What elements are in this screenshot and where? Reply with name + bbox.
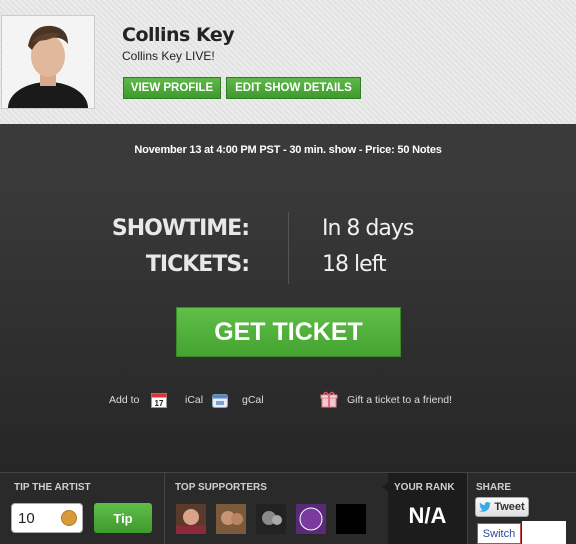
showtime-label: SHOWTIME: xyxy=(111,216,250,241)
tip-amount-value: 10 xyxy=(18,509,35,527)
artist-name: Collins Key xyxy=(122,24,235,46)
tip-button[interactable]: Tip xyxy=(94,503,152,533)
show-title: Collins Key LIVE! xyxy=(122,49,215,63)
section-divider xyxy=(164,473,165,544)
supporter-avatar-1[interactable] xyxy=(176,504,206,534)
show-info-text: November 13 at 4:00 PM PST - 30 min. sho… xyxy=(134,144,442,156)
rank-section-title: YOUR RANK xyxy=(394,482,455,493)
gift-icon[interactable] xyxy=(320,390,338,408)
share-widget-placeholder xyxy=(522,521,566,544)
get-ticket-button[interactable]: GET TICKET xyxy=(176,307,401,357)
tip-amount-input[interactable]: 10 xyxy=(11,503,83,533)
view-profile-button[interactable]: VIEW PROFILE xyxy=(123,77,221,99)
artist-photo-icon xyxy=(2,16,94,108)
tip-section-title: TIP THE ARTIST xyxy=(14,482,91,493)
artist-header: Collins Key Collins Key LIVE! VIEW PROFI… xyxy=(0,0,576,124)
ical-calendar-icon[interactable]: 17 xyxy=(151,392,167,408)
supporter-avatar-2[interactable] xyxy=(216,504,246,534)
bottom-bar: TIP THE ARTIST 10 Tip TOP SUPPORTERS YOU… xyxy=(0,472,576,544)
supporter-avatar-5[interactable] xyxy=(336,504,366,534)
tickets-value: 18 left xyxy=(322,252,387,277)
gcal-link[interactable]: gCal xyxy=(242,394,264,406)
stats-divider xyxy=(288,212,289,284)
ical-link[interactable]: iCal xyxy=(185,394,203,406)
tickets-label: TICKETS: xyxy=(145,252,250,277)
twitter-bird-icon xyxy=(479,502,492,512)
supporters-section-title: TOP SUPPORTERS xyxy=(175,482,267,493)
tweet-button[interactable]: Tweet xyxy=(475,497,529,517)
switch-button[interactable]: Switch xyxy=(477,523,521,544)
showtime-value: In 8 days xyxy=(322,216,414,241)
calendar-day-text: 17 xyxy=(155,399,164,408)
coin-icon xyxy=(61,510,77,526)
rank-section: YOUR RANK N/A xyxy=(382,473,467,544)
gift-ticket-link[interactable]: Gift a ticket to a friend! xyxy=(347,394,452,406)
gcal-calendar-icon[interactable] xyxy=(212,393,228,409)
artist-avatar xyxy=(1,15,95,109)
add-to-label: Add to xyxy=(109,394,140,406)
show-info-bar: November 13 at 4:00 PM PST - 30 min. sho… xyxy=(0,124,576,176)
show-panel: SHOWTIME: TICKETS: In 8 days 18 left GET… xyxy=(0,176,576,472)
supporter-avatar-3[interactable] xyxy=(256,504,286,534)
rank-pointer-icon xyxy=(382,481,390,493)
supporter-avatar-4[interactable] xyxy=(296,504,326,534)
share-section-title: SHARE xyxy=(476,482,512,493)
rank-value: N/A xyxy=(408,503,447,528)
edit-show-details-button[interactable]: EDIT SHOW DETAILS xyxy=(226,77,361,99)
section-divider xyxy=(467,473,468,544)
tweet-label: Tweet xyxy=(494,501,525,513)
